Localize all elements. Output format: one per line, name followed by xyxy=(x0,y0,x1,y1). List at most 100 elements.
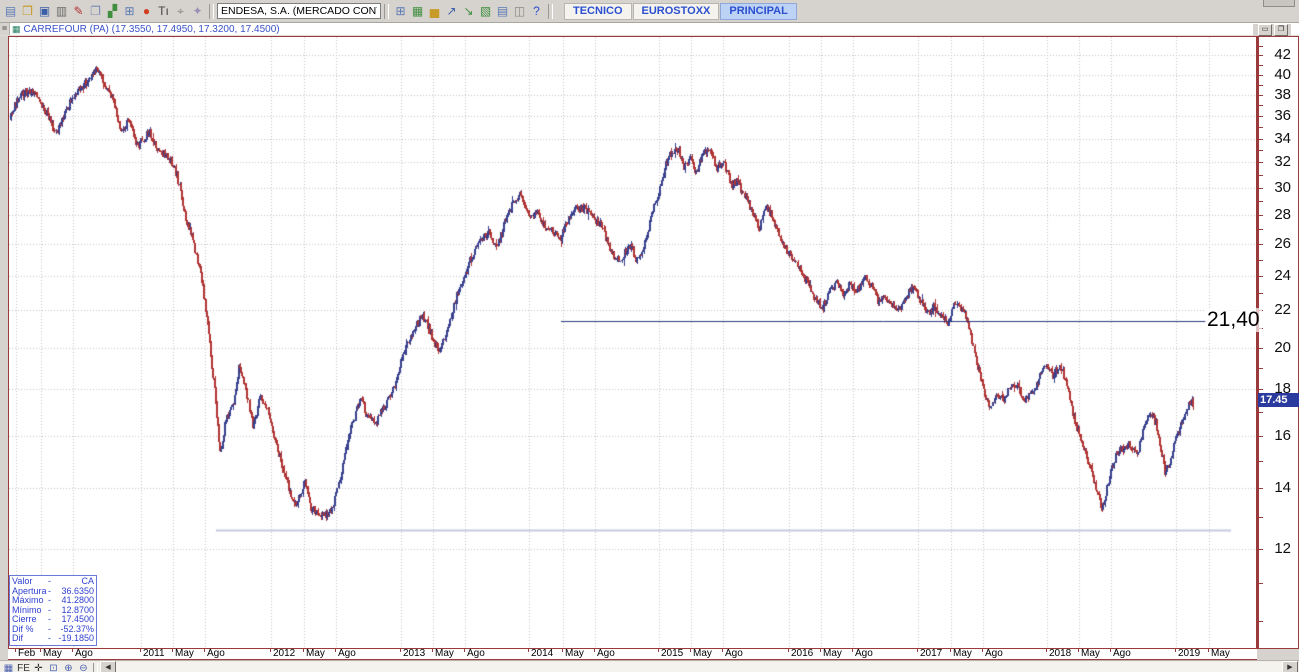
x-axis-tick xyxy=(1175,649,1176,652)
y-axis-tick xyxy=(1259,488,1263,489)
maximize-button[interactable]: ❐ xyxy=(1274,24,1288,36)
x-axis-label: 2015 xyxy=(661,649,684,659)
x-axis-tick xyxy=(432,649,433,652)
chart-icon-group: ⊞ ▦ ▅ ↗ ↘ ▧ ▤ ◫? xyxy=(392,3,545,19)
y-axis-tick xyxy=(1259,201,1263,202)
chart-body: 12 14 16 18 20 22 24 26 28 30 32 34 36 38 40 42 17.45 F… xyxy=(0,36,1299,660)
screen-icon[interactable]: ◫ xyxy=(511,3,528,19)
data-legend: Valor - CA Apertura - 36.6350 Máximo - 4… xyxy=(9,575,97,646)
print-icon[interactable]: ▥ xyxy=(53,3,70,19)
x-axis-label: Ago xyxy=(855,649,873,659)
table-view-icon[interactable]: ⊞ xyxy=(392,3,409,19)
x-axis-label: May xyxy=(43,649,62,659)
x-axis-tick xyxy=(40,649,41,652)
window-icon[interactable]: ⊞ xyxy=(121,3,138,19)
line-chart-up-icon[interactable]: ↗ xyxy=(443,3,460,19)
zoom-out-icon[interactable]: ⊖ xyxy=(76,662,91,672)
y-axis-tick xyxy=(1259,461,1263,462)
chart-mode-icon[interactable]: ▦ xyxy=(1,662,16,672)
x-axis-label: 2012 xyxy=(273,649,296,659)
x-axis-tick xyxy=(852,649,853,652)
y-axis-tick xyxy=(1259,150,1263,151)
alarm-icon[interactable]: ● xyxy=(138,3,155,19)
y-axis-tick xyxy=(1259,389,1263,390)
quote-board-icon[interactable]: ▦ xyxy=(409,3,426,19)
last-price-badge: 17.45 xyxy=(1258,393,1299,408)
y-axis-tick xyxy=(1259,175,1263,176)
zoom-select-icon[interactable]: ⊡ xyxy=(46,662,61,672)
toolbar-separator xyxy=(548,3,553,19)
y-axis-tick xyxy=(1259,368,1263,369)
line-chart-down-icon[interactable]: ↘ xyxy=(460,3,477,19)
price-canvas[interactable] xyxy=(9,37,1256,648)
bar-chart-icon[interactable]: ▅ xyxy=(426,3,443,19)
indicator-list-icon[interactable]: FE xyxy=(16,662,31,672)
main-toolbar: ▤❒▣▥✎❐▞⊞●Tı⌖✦ ⊞▦▅↗↘▧▤◫? TECNICOEUROSTOXX… xyxy=(0,0,1299,23)
x-axis-label: May xyxy=(435,649,454,659)
chart-bottom-toolbar: ▦ FE ✛ ⊡ ⊕ ⊖ ◀ ▶ xyxy=(0,660,1299,672)
report-icon[interactable]: ▤ xyxy=(494,3,511,19)
x-axis-label: 2018 xyxy=(1049,649,1072,659)
y-axis-tick xyxy=(1259,621,1263,622)
horizontal-scrollbar-track[interactable] xyxy=(116,662,1282,672)
scroll-right-button[interactable]: ▶ xyxy=(1282,661,1298,672)
y-axis-label: 32 xyxy=(1274,153,1291,171)
system-menu-icon[interactable]: ≣ xyxy=(0,23,10,35)
y-axis-tick xyxy=(1259,517,1263,518)
zoom-in-icon[interactable]: ⊕ xyxy=(61,662,76,672)
chart-title: CARREFOUR (PA) (17.3550, 17.4950, 17.320… xyxy=(23,23,280,35)
x-axis[interactable]: Feb May Ago 2011 May Ago 2012 May Ago 2013 May Ago 2… xyxy=(8,649,1257,660)
workspace-tabs: TECNICO EUROSTOXX PRINCIPAL xyxy=(564,2,798,20)
symbol-input[interactable] xyxy=(217,3,381,19)
y-axis-tick xyxy=(1259,85,1263,86)
plot-area[interactable] xyxy=(8,36,1257,649)
y-axis-tick xyxy=(1259,229,1263,230)
save-icon[interactable]: ▣ xyxy=(36,3,53,19)
y-axis-tick xyxy=(1259,348,1263,349)
x-axis-tick xyxy=(335,649,336,652)
y-axis-tick xyxy=(1259,549,1263,550)
x-axis-tick xyxy=(172,649,173,652)
y-axis-tick xyxy=(1259,105,1263,106)
text-tool-icon[interactable]: Tı xyxy=(155,3,172,19)
new-document-icon[interactable]: ▤ xyxy=(2,3,19,19)
x-axis-tick xyxy=(658,649,659,652)
y-axis-tick xyxy=(1259,215,1263,216)
x-axis-tick xyxy=(464,649,465,652)
help-cursor-icon[interactable]: ? xyxy=(528,3,545,19)
scroll-left-button[interactable]: ◀ xyxy=(100,661,116,672)
x-axis-label: Ago xyxy=(725,649,743,659)
pointer-tool-icon[interactable]: ⌖ xyxy=(172,3,189,19)
link-tool-icon[interactable]: ✦ xyxy=(189,3,206,19)
x-axis-label: May xyxy=(175,649,194,659)
copy-icon[interactable]: ❐ xyxy=(87,3,104,19)
y-axis[interactable]: 12 14 16 18 20 22 24 26 28 30 32 34 36 38 40 42 xyxy=(1257,36,1299,649)
edit-icon[interactable]: ✎ xyxy=(70,3,87,19)
x-axis-label: May xyxy=(1081,649,1100,659)
x-axis-tick xyxy=(270,649,271,652)
y-axis-label: 40 xyxy=(1274,65,1291,83)
toolbar-separator xyxy=(93,662,98,672)
y-axis-label: 24 xyxy=(1274,266,1291,284)
area-chart-icon[interactable]: ▧ xyxy=(477,3,494,19)
pan-cross-icon[interactable]: ✛ xyxy=(31,662,46,672)
toolbar-separator xyxy=(384,3,389,19)
x-axis-tick xyxy=(562,649,563,652)
x-axis-label: 2016 xyxy=(791,649,814,659)
open-folder-icon[interactable]: ❒ xyxy=(19,3,36,19)
y-axis-tick xyxy=(1259,276,1263,277)
minimize-button[interactable]: ▭ xyxy=(1258,24,1272,36)
y-axis-label: 16 xyxy=(1274,426,1291,444)
x-axis-label: Ago xyxy=(75,649,93,659)
x-axis-label: May xyxy=(823,649,842,659)
toolbar-separator xyxy=(209,3,214,19)
x-axis-tick xyxy=(303,649,304,652)
y-axis-label: 30 xyxy=(1274,178,1291,196)
x-axis-label: 2014 xyxy=(531,649,554,659)
trading-app-window: ▤❒▣▥✎❐▞⊞●Tı⌖✦ ⊞▦▅↗↘▧▤◫? TECNICOEUROSTOXX… xyxy=(0,0,1299,672)
x-axis-label: Feb xyxy=(18,649,36,659)
tree-icon[interactable]: ▞ xyxy=(104,3,121,19)
y-axis-tick xyxy=(1259,583,1263,584)
y-axis-label: 14 xyxy=(1274,479,1291,497)
x-axis-tick xyxy=(140,649,141,652)
